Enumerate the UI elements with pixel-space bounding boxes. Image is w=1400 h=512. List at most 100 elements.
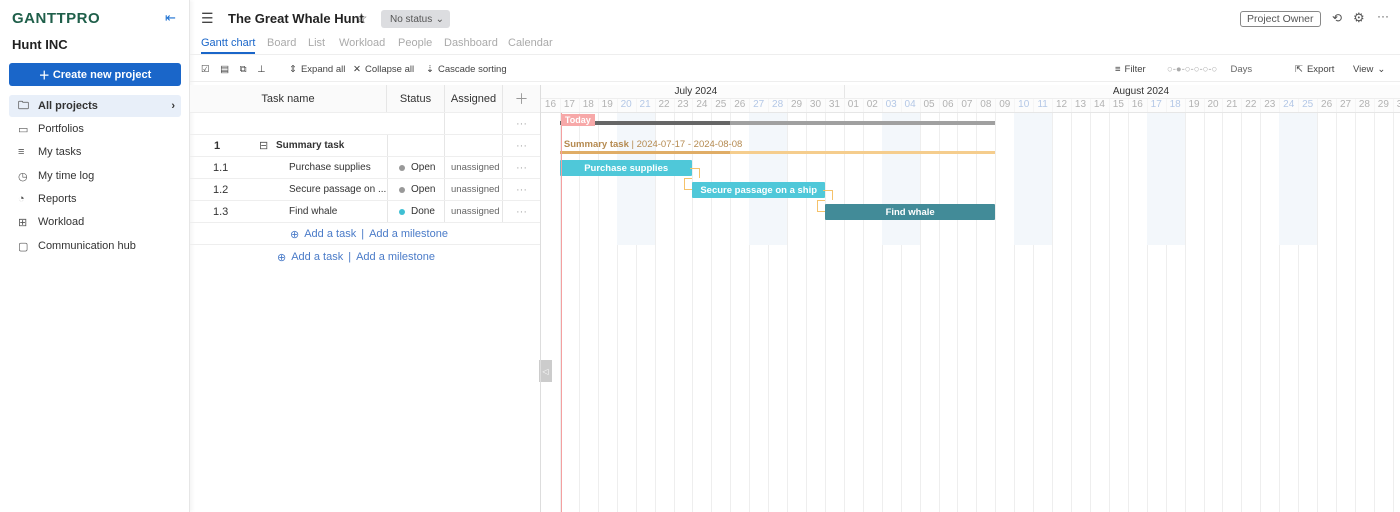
day-gridline [730,98,732,512]
gear-icon[interactable]: ⚙ [1353,10,1365,26]
status[interactable]: Open [411,184,435,195]
assignee[interactable]: unassigned [451,206,500,217]
sidebar-item-all-projects[interactable]: 🗀 All projects › [9,95,181,117]
zoom-label: Days [1230,64,1253,75]
day-gridline [1108,98,1110,512]
more-icon[interactable]: ··· [1377,9,1389,23]
label: Collapse all [364,64,415,75]
assignee[interactable]: unassigned [451,162,500,173]
day-gridline [1260,98,1262,512]
sidebar-item-portfolios[interactable]: ▭ Portfolios [9,118,181,140]
add-milestone-link[interactable]: Add a milestone [356,251,435,264]
status-dot [399,186,405,193]
task-name[interactable]: Purchase supplies [289,162,371,173]
more-icon[interactable]: ··· [503,113,540,134]
table-row[interactable]: 1.2 Secure passage on ... Open unassigne… [190,179,540,201]
day-gridline [938,98,940,512]
tab-people[interactable]: People [398,37,432,49]
expand-all-button[interactable]: ⇕ Expand all [289,64,345,75]
create-label: Create new project [52,68,152,81]
add-task-link[interactable]: Add a task [304,228,356,241]
slider-track[interactable]: ○-●-○-○-○-○ [1167,64,1217,75]
bar-label: Find whale [885,206,935,218]
tab-gantt-chart[interactable]: Gantt chart [201,37,256,54]
task-bar[interactable]: Purchase supplies [559,160,693,176]
table-row[interactable]: 1 ⊟ Summary task ··· [190,135,540,157]
grid-header: Task name Status Assigned ＋ [190,85,540,113]
dependency-arrow [690,168,701,178]
task-name[interactable]: Find whale [289,206,337,217]
more-icon[interactable]: ··· [503,135,540,156]
star-icon[interactable]: ☆ [355,10,368,27]
assignee[interactable]: unassigned [451,184,500,195]
table-row[interactable]: 1.1 Purchase supplies Open unassigned ··… [190,157,540,179]
add-circle-icon[interactable]: ⊕ [290,228,299,241]
cascade-sorting-button[interactable]: ⇣ Cascade sorting [426,64,507,75]
status[interactable]: Done [411,206,435,217]
more-icon[interactable]: ··· [503,157,540,178]
add-task-link[interactable]: Add a task [291,251,343,264]
status-dropdown[interactable]: No status ⌄ [381,10,450,28]
day-gridline [787,98,789,512]
task-number: 1 [214,139,221,152]
sidebar-item-time-log[interactable]: ◷ My time log [9,165,181,187]
project-row: ··· [190,113,540,135]
column-status[interactable]: Status [387,85,445,112]
sidebar-item-communication-hub[interactable]: ▢ Communication hub [9,235,181,257]
column-assigned[interactable]: Assigned [445,85,503,112]
weekend-shade [1146,113,1166,245]
task-name[interactable]: Secure passage on ... [289,184,386,195]
today-line [560,113,562,512]
bar-label: Secure passage on a ship [700,184,818,196]
add-circle-icon[interactable]: ⊕ [277,251,286,264]
summary-label: Summary task | 2024-07-17 - 2024-08-08 [563,139,743,150]
deadline-icon[interactable]: ▤ [220,64,229,75]
collapse-sidebar-icon[interactable]: ⇤ [165,10,176,26]
add-milestone-link[interactable]: Add a milestone [369,228,448,241]
weekend-shade [1014,113,1034,245]
task-number: 1.3 [213,205,229,218]
label: Portfolios [38,123,84,135]
add-column-icon[interactable]: ＋ [503,85,540,112]
sidebar-item-my-tasks[interactable]: ≡ My tasks [9,141,181,163]
task-number: 1.2 [213,183,229,196]
export-icon: ⇱ [1295,64,1303,75]
weekend-shade [749,113,769,245]
tab-calendar[interactable]: Calendar [508,37,553,49]
collapse-toggle-icon[interactable]: ⊟ [259,139,268,152]
collapse-icon: ✕ [353,64,361,75]
status[interactable]: Open [411,162,435,173]
task-name[interactable]: Summary task [276,140,344,151]
day-gridline [1203,98,1205,512]
baseline-icon[interactable]: ⊥ [257,64,265,75]
tab-board[interactable]: Board [267,37,296,49]
tab-list[interactable]: List [308,37,325,49]
sidebar-item-workload[interactable]: ⊞ Workload [9,211,181,233]
dependencies-icon[interactable]: ⧉ [240,64,247,75]
more-icon[interactable]: ··· [503,201,540,222]
history-icon[interactable]: ⟲ [1332,11,1342,25]
tab-dashboard[interactable]: Dashboard [444,37,498,49]
day-gridline [862,98,864,512]
label: Workload [38,216,85,228]
filter-button[interactable]: ≡ Filter [1115,64,1146,75]
day-gridline [1317,98,1319,512]
label: My time log [38,170,95,182]
status-value: No status [390,13,433,25]
checkbox-icon[interactable]: ☑ [201,64,210,75]
view-dropdown[interactable]: View ⌄ [1353,64,1385,75]
more-icon[interactable]: ··· [503,179,540,200]
plus-icon: ＋ [38,69,53,82]
create-project-button[interactable]: ＋ Create new project [9,63,181,86]
tab-workload[interactable]: Workload [339,37,385,49]
task-bar[interactable]: Secure passage on a ship [692,182,825,198]
sidebar-item-reports[interactable]: ◔ Reports [9,188,181,210]
table-row[interactable]: 1.3 Find whale Done unassigned ··· [190,201,540,223]
column-task-name[interactable]: Task name [190,85,387,112]
task-bar[interactable]: Find whale [824,204,996,220]
export-button[interactable]: ⇱ Export [1295,64,1334,75]
zoom-slider[interactable]: ○-●-○-○-○-○ Days [1167,64,1252,75]
collapse-all-button[interactable]: ✕ Collapse all [353,64,414,75]
weekend-shade [1033,113,1053,245]
day-gridline [957,98,959,512]
